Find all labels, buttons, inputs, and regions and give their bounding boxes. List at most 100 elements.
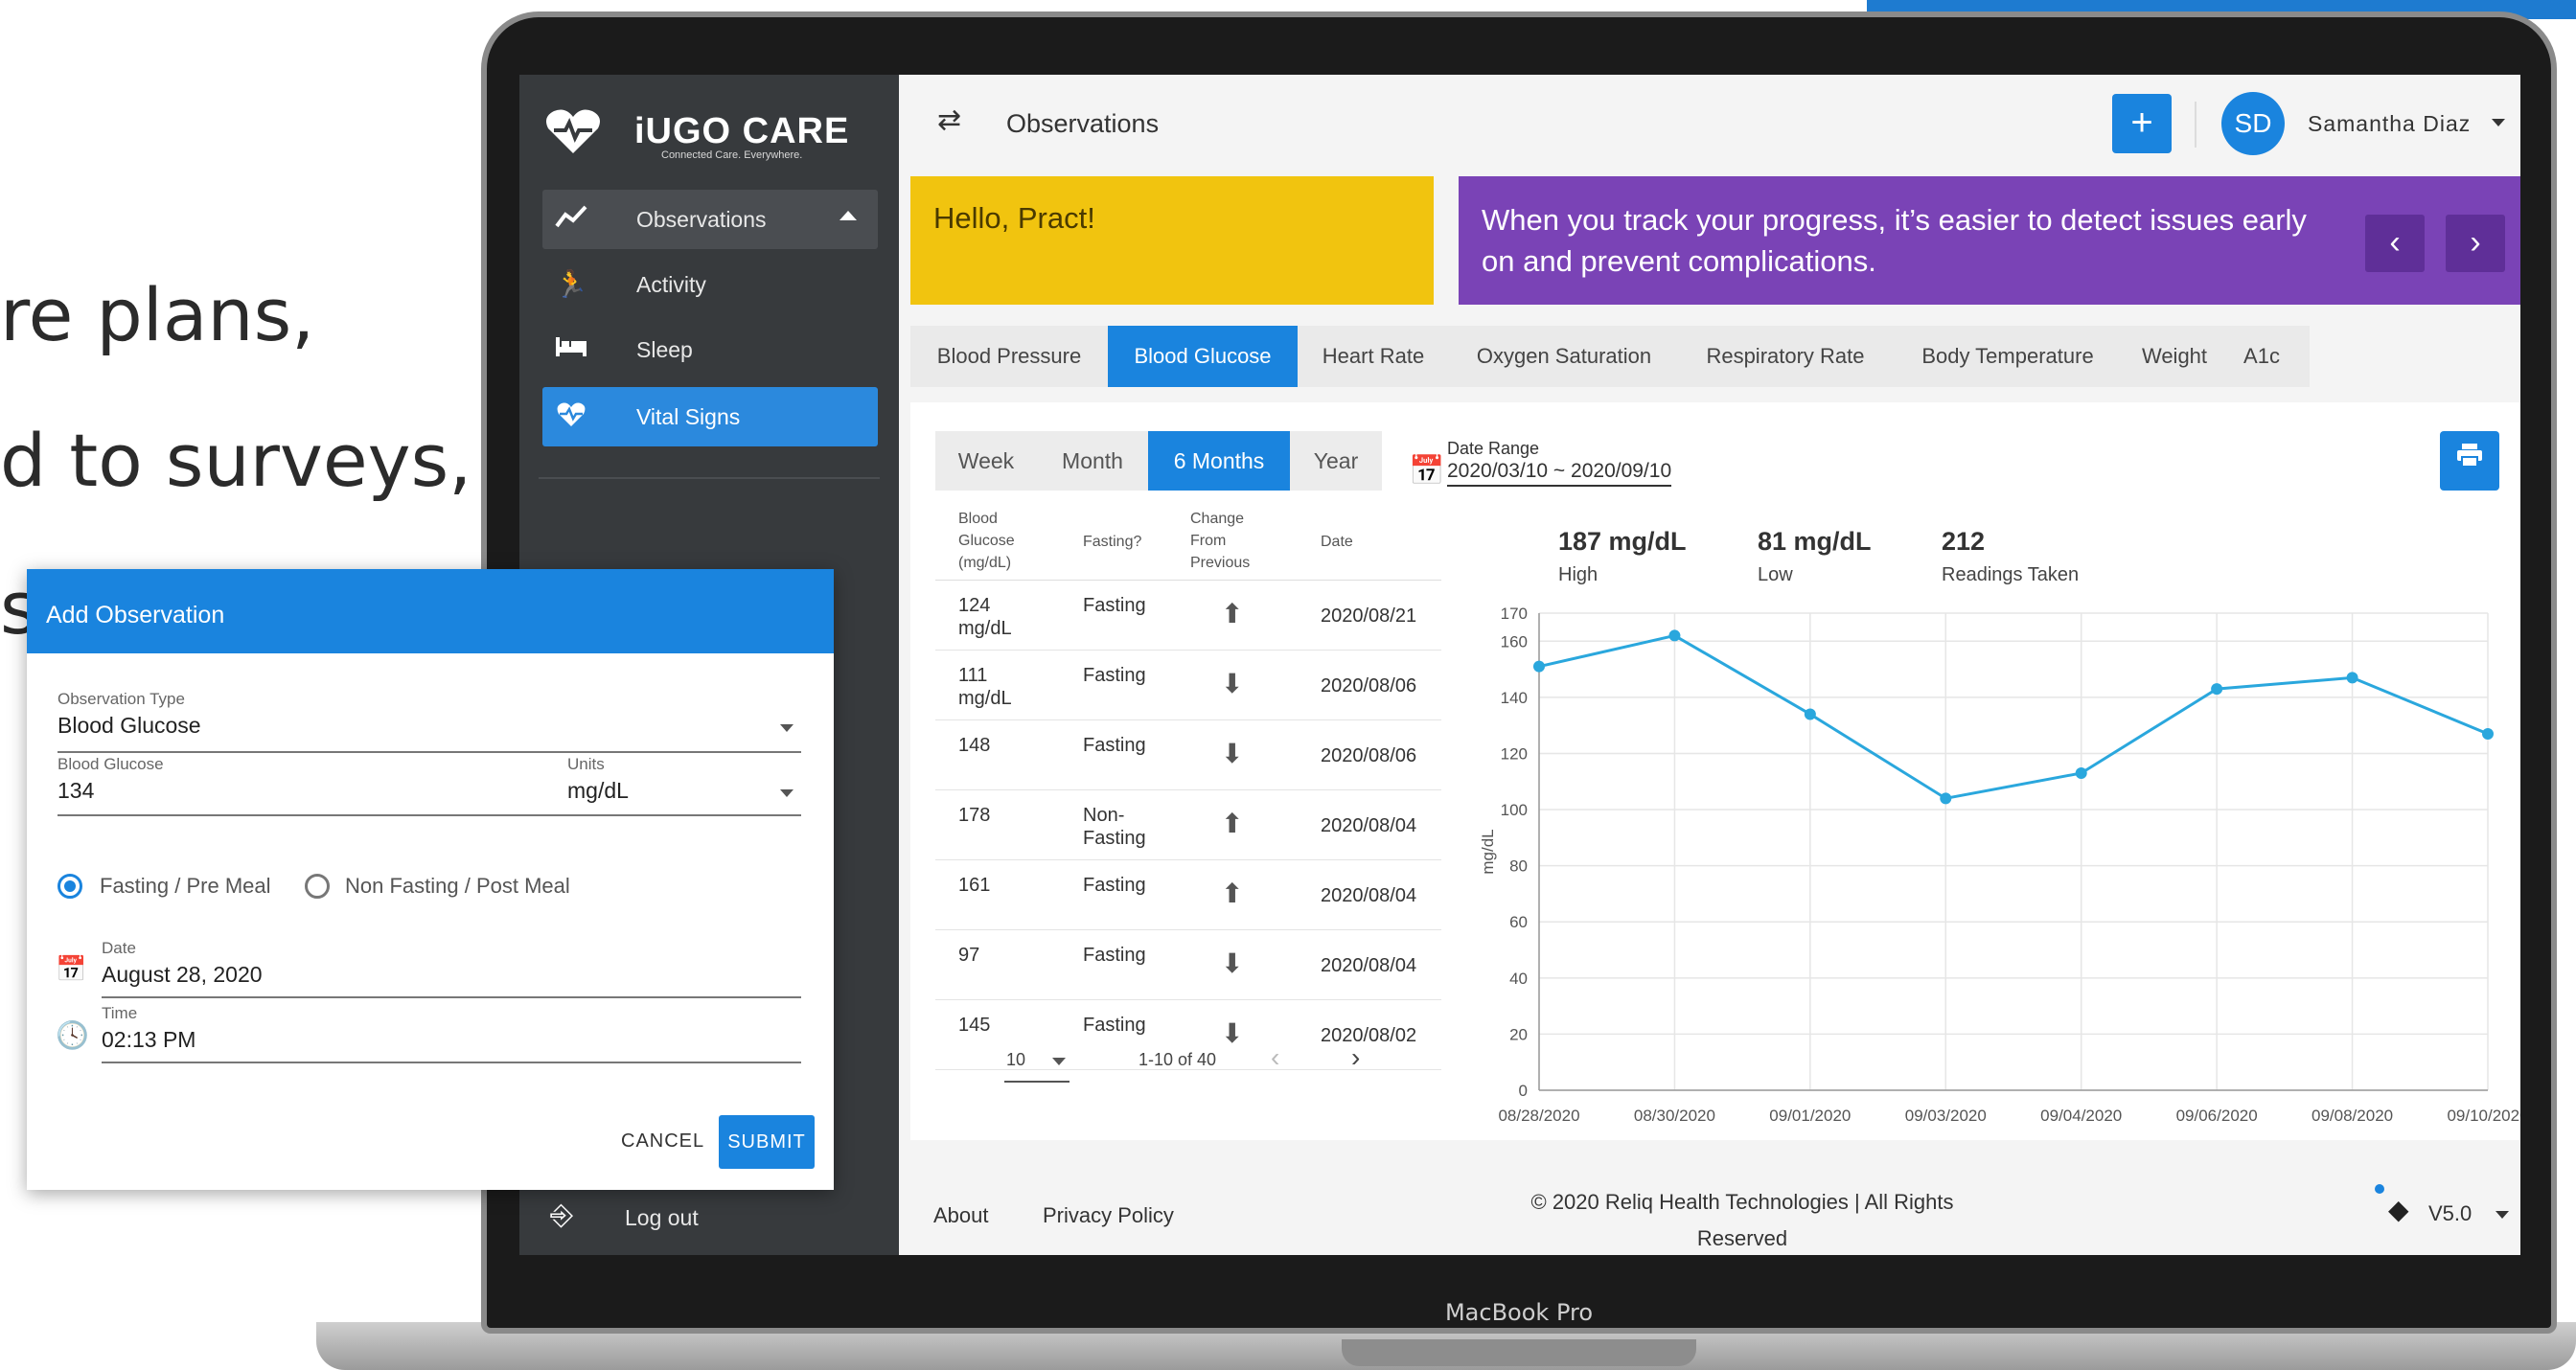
- chevron-up-icon: [840, 211, 857, 220]
- table-row: 178 Non-Fasting ⬆ 2020/08/04: [935, 790, 1441, 860]
- column-header-change: Change From Previous: [1190, 508, 1250, 574]
- data-point: [2075, 766, 2087, 779]
- field-underline: [567, 814, 801, 816]
- swap-arrows-icon[interactable]: ⇄: [937, 103, 961, 137]
- previous-page-button[interactable]: ‹: [1271, 1042, 1279, 1073]
- non-fasting-radio[interactable]: [305, 874, 330, 899]
- reading-date: 2020/08/06: [1321, 675, 1417, 696]
- header-line: From: [1190, 533, 1227, 549]
- chevron-down-icon[interactable]: [780, 789, 794, 797]
- chevron-down-icon[interactable]: [2492, 119, 2505, 126]
- blood-glucose-label: Blood Glucose: [58, 755, 164, 773]
- tab-month[interactable]: Month: [1037, 431, 1148, 491]
- privacy-policy-link[interactable]: Privacy Policy: [1043, 1203, 1174, 1228]
- table-row: 161 Fasting ⬆ 2020/08/04: [935, 860, 1441, 930]
- observation-type-select[interactable]: Blood Glucose: [58, 713, 201, 739]
- sidebar-item-activity[interactable]: 🏃 Activity: [542, 255, 878, 314]
- brand-logo[interactable]: iUGO CARE Connected Care. Everywhere.: [539, 92, 884, 161]
- x-tick-label: 09/01/2020: [1769, 1107, 1851, 1125]
- non-fasting-radio-label[interactable]: Non Fasting / Post Meal: [345, 874, 570, 899]
- notification-dot: [2375, 1184, 2384, 1194]
- stat-readings-value: 212: [1942, 527, 1986, 556]
- pagination-range: 1-10 of 40: [1138, 1050, 1217, 1069]
- header-line: (mg/dL): [958, 555, 1012, 571]
- tab-blood-pressure[interactable]: Blood Pressure: [910, 326, 1108, 387]
- calendar-icon[interactable]: 📅: [56, 954, 86, 984]
- observation-type-label: Observation Type: [58, 690, 185, 708]
- heart-pulse-icon: [554, 400, 588, 433]
- bed-icon: [554, 333, 588, 366]
- change-down-arrow-icon: ⬇: [1221, 739, 1244, 768]
- header-line: Glucose: [958, 533, 1015, 549]
- fasting-status: Fasting: [1083, 1015, 1146, 1036]
- tab-a1c[interactable]: A1c: [2225, 326, 2298, 387]
- data-point: [2482, 727, 2494, 740]
- add-observation-button[interactable]: +: [2112, 94, 2172, 153]
- data-point: [1533, 660, 1545, 673]
- about-link[interactable]: About: [933, 1203, 989, 1228]
- chevron-down-icon[interactable]: [2496, 1211, 2509, 1219]
- reading-date: 2020/08/06: [1321, 745, 1417, 766]
- time-input[interactable]: 02:13 PM: [102, 1027, 196, 1053]
- header-line: Previous: [1190, 555, 1251, 571]
- date-input[interactable]: August 28, 2020: [102, 962, 263, 988]
- chevron-down-icon[interactable]: [1052, 1058, 1066, 1065]
- tab-respiratory-rate[interactable]: Respiratory Rate: [1679, 326, 1892, 387]
- table-row: 124 mg/dL Fasting ⬆ 2020/08/21: [935, 581, 1441, 651]
- divider: [539, 477, 880, 479]
- cancel-button[interactable]: CANCEL: [621, 1130, 704, 1153]
- layers-icon[interactable]: ◆: [2388, 1194, 2409, 1225]
- chevron-down-icon[interactable]: [780, 724, 794, 732]
- clock-icon[interactable]: 🕓: [56, 1019, 89, 1051]
- fasting-radio-label[interactable]: Fasting / Pre Meal: [100, 874, 271, 899]
- tab-year[interactable]: Year: [1290, 431, 1382, 491]
- tab-blood-glucose[interactable]: Blood Glucose: [1108, 326, 1298, 387]
- submit-button[interactable]: SUBMIT: [719, 1115, 815, 1169]
- heart-logo-icon: [546, 109, 600, 153]
- print-button[interactable]: [2440, 431, 2499, 491]
- units-select[interactable]: mg/dL: [567, 778, 629, 804]
- select-underline: [1004, 1081, 1070, 1083]
- add-observation-dialog: Add Observation Observation Type Blood G…: [27, 569, 834, 1190]
- sidebar-item-sleep[interactable]: Sleep: [542, 320, 878, 379]
- avatar[interactable]: SD: [2221, 92, 2285, 155]
- laptop-notch: [1342, 1339, 1696, 1366]
- reading-date: 2020/08/21: [1321, 605, 1417, 627]
- sidebar-item-vital-signs[interactable]: Vital Signs: [542, 387, 878, 446]
- tip-next-button[interactable]: ›: [2446, 215, 2505, 272]
- stat-low-label: Low: [1758, 564, 1793, 585]
- fasting-status: Non-Fasting: [1083, 805, 1146, 849]
- version-select[interactable]: V5.0: [2428, 1201, 2472, 1226]
- field-underline: [58, 751, 801, 753]
- date-range-label: Date Range: [1447, 439, 1540, 458]
- logout-button[interactable]: ⎆ Log out: [542, 1194, 830, 1242]
- glucose-value: 145: [958, 1015, 991, 1036]
- calendar-icon[interactable]: 📅: [1409, 454, 1444, 488]
- y-tick-label: 160: [1501, 632, 1528, 651]
- next-page-button[interactable]: ›: [1351, 1042, 1360, 1073]
- stat-low: 81 mg/dL Low: [1758, 527, 1872, 586]
- trend-line-icon: [554, 203, 588, 236]
- tab-oxygen-saturation[interactable]: Oxygen Saturation: [1449, 326, 1679, 387]
- rows-per-page-select[interactable]: 10: [1006, 1050, 1025, 1070]
- blood-glucose-input[interactable]: 134: [58, 778, 94, 804]
- user-name[interactable]: Samantha Diaz: [2308, 111, 2471, 137]
- reading-date: 2020/08/04: [1321, 815, 1417, 836]
- page-title: Observations: [1006, 109, 1160, 138]
- tab-weight[interactable]: Weight: [2124, 326, 2225, 387]
- reading-date: 2020/08/02: [1321, 1025, 1417, 1046]
- fasting-radio[interactable]: [58, 874, 82, 899]
- tab-6-months[interactable]: 6 Months: [1148, 431, 1290, 491]
- date-range-field[interactable]: 2020/03/10 ~ 2020/09/10: [1447, 460, 1672, 487]
- field-underline: [102, 996, 801, 998]
- tip-prev-button[interactable]: ‹: [2365, 215, 2425, 272]
- x-tick-label: 09/10/2020: [2447, 1107, 2520, 1125]
- tab-heart-rate[interactable]: Heart Rate: [1298, 326, 1449, 387]
- field-underline: [58, 814, 575, 816]
- glucose-line-chart: 0 20 40 60 80 100 120 140 160 170 08/28/2020 08/30/…: [1479, 605, 2520, 1125]
- device-label: MacBook Pro: [1444, 1299, 1594, 1326]
- tab-week[interactable]: Week: [935, 431, 1037, 491]
- tab-body-temperature[interactable]: Body Temperature: [1892, 326, 2124, 387]
- sidebar-item-observations[interactable]: Observations: [542, 190, 878, 249]
- data-point: [1668, 629, 1681, 642]
